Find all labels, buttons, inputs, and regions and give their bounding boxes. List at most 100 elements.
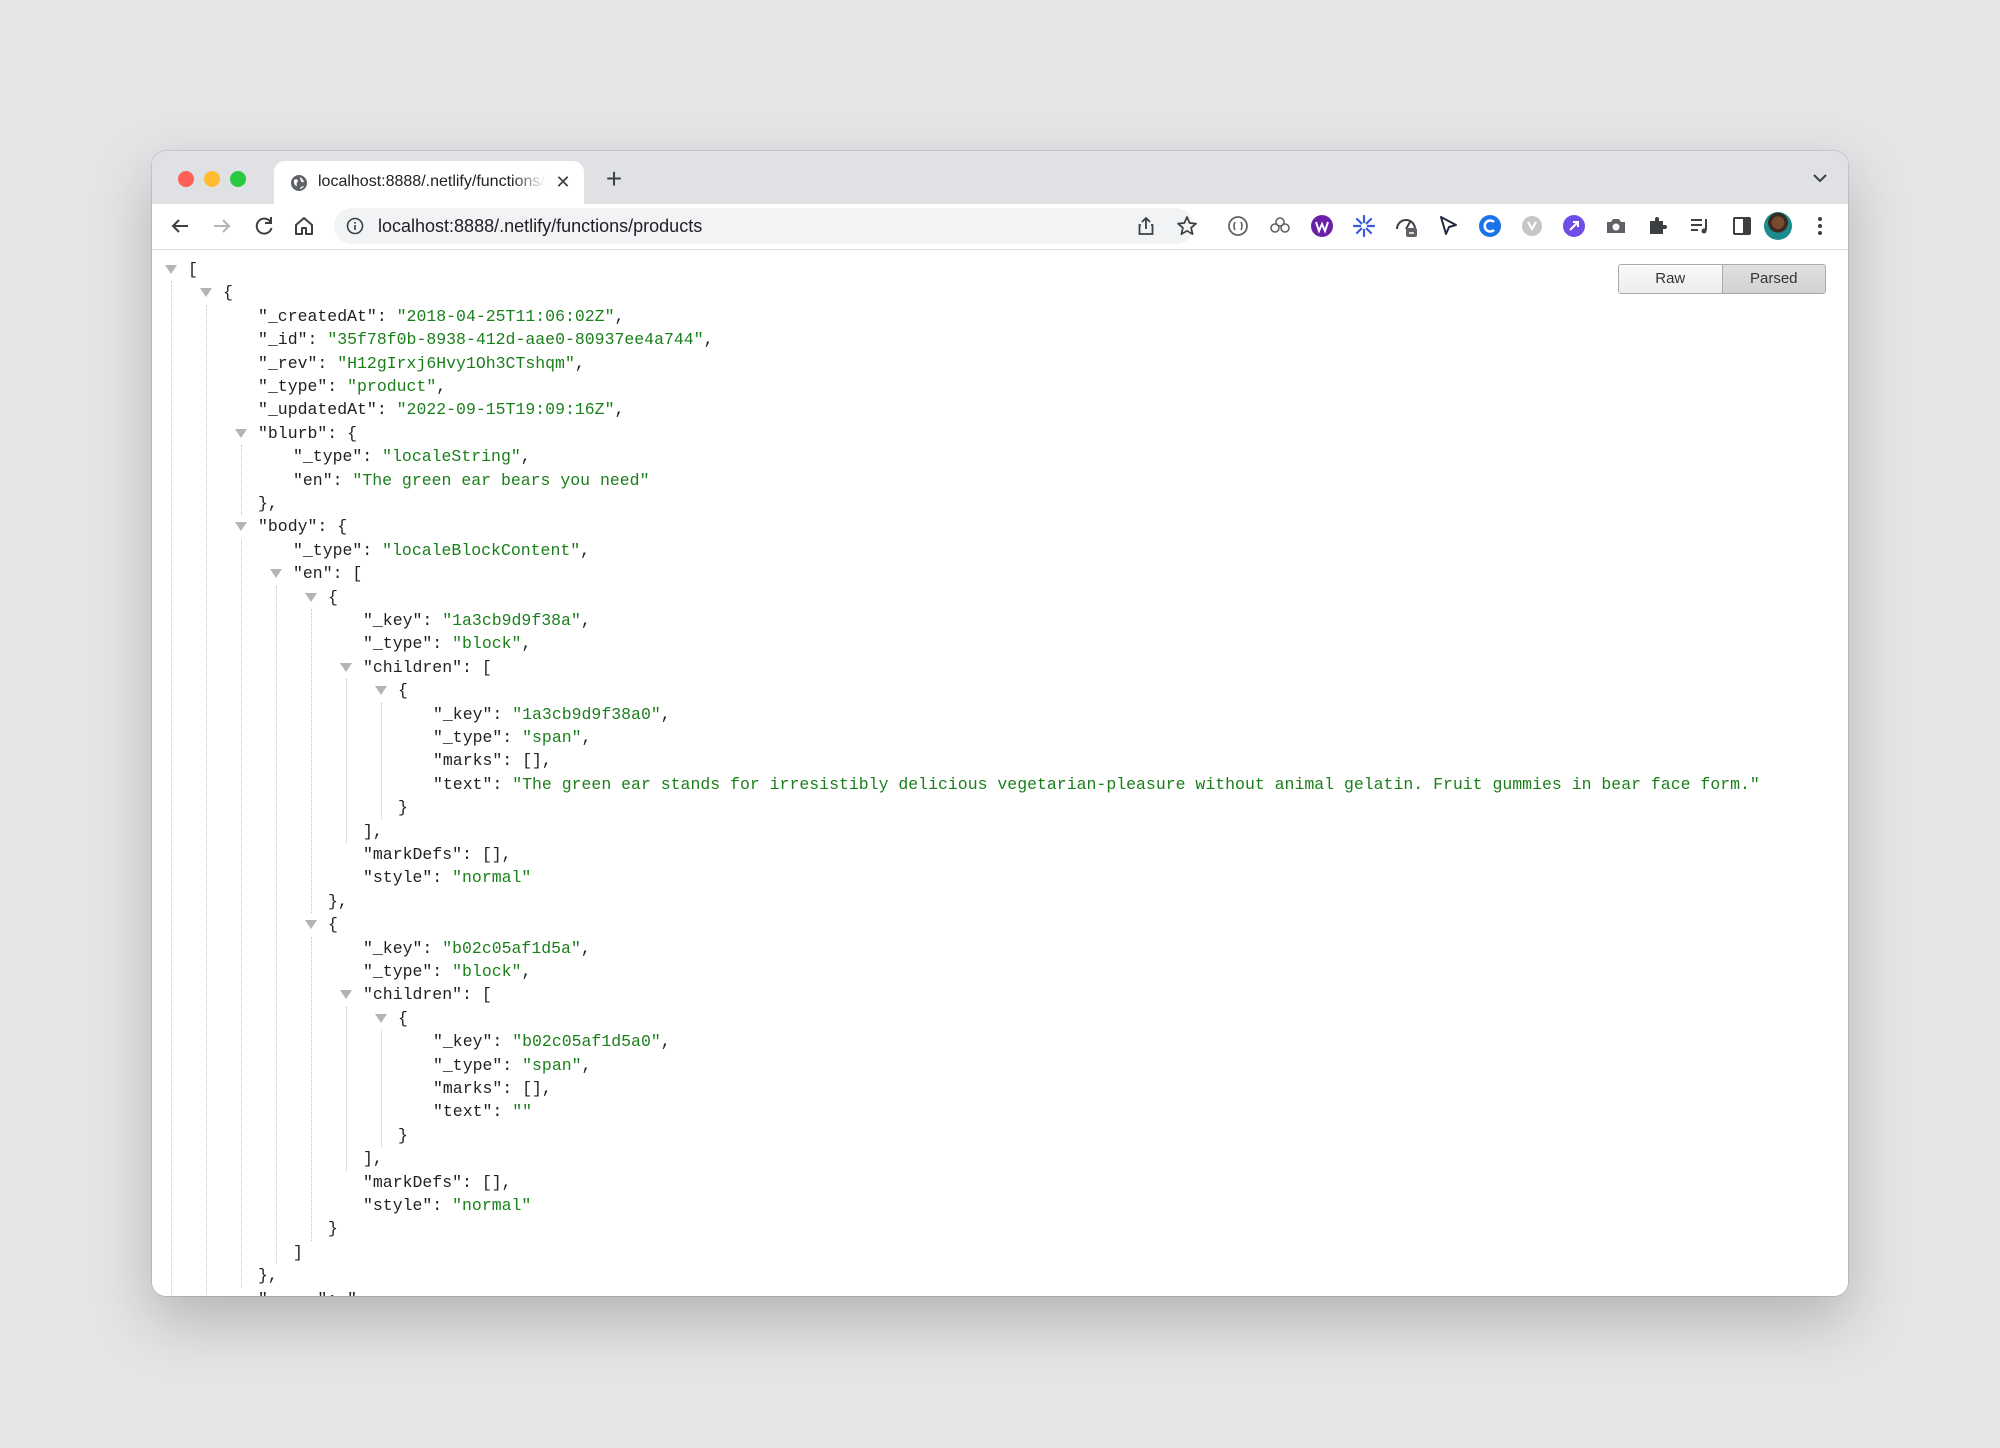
json-line: { [328,587,338,607]
collapse-toggle-icon[interactable] [165,265,177,274]
extension-icon[interactable] [1604,214,1628,238]
indent-guide [381,702,382,820]
json-line: "markDefs": [], [363,845,512,864]
back-icon[interactable] [168,214,192,238]
json-line: "_key": "b02c05af1d5a0", [433,1032,671,1052]
json-line: "blurb": { [258,423,358,443]
extension-icon[interactable] [1562,214,1586,238]
collapse-toggle-icon[interactable] [375,1013,387,1023]
title-bar: localhost:8888/.netlify/functions/produc… [152,151,1848,204]
puzzle-icon[interactable] [1646,214,1670,238]
json-line: "text": "" [433,1102,533,1122]
indent-guide [311,936,312,1241]
json-line: { [398,681,408,701]
extension-icon[interactable] [1478,214,1502,238]
json-line: "_____": "___ [258,1288,387,1296]
extension-icon[interactable] [1352,214,1376,238]
extension-icon[interactable] [1520,214,1544,238]
json-line: } [398,798,408,818]
collapse-toggle-icon[interactable] [200,288,212,298]
indent-guide [241,445,242,516]
extension-icon[interactable] [1310,214,1334,238]
forward-icon[interactable] [210,214,234,238]
extension-icon[interactable] [1268,214,1292,238]
json-line: [ [188,260,198,279]
json-line: "_type": "localeBlockContent", [293,540,591,560]
json-line: { [398,1008,408,1028]
extension-icon[interactable] [1226,214,1250,238]
json-line: "children": [ [363,657,492,677]
collapse-toggle-icon[interactable] [270,569,282,579]
json-line: "_type": "block", [363,962,532,981]
json-line: ] [293,1242,303,1262]
collapse-toggle-icon[interactable] [305,592,317,602]
raw-parsed-toggle: Raw Parsed [1618,264,1826,294]
home-icon[interactable] [292,214,316,238]
json-line: "style": "normal" [363,1196,532,1215]
json-line: } [328,1219,338,1239]
raw-button[interactable]: Raw [1619,265,1722,293]
collapse-toggle-icon[interactable] [340,662,352,672]
json-line: } [398,1125,408,1145]
bookmark-star-icon[interactable] [1176,215,1198,237]
window-maximize-button[interactable] [230,171,246,187]
window-minimize-button[interactable] [204,171,220,187]
tab-close-icon[interactable]: ✕ [554,173,572,191]
kebab-menu-icon[interactable] [1808,214,1832,238]
json-line: }, [328,891,348,911]
json-line: "markDefs": [], [363,1172,512,1192]
json-line: { [328,915,338,935]
json-line: "_updatedAt": "2022-09-15T19:09:16Z", [258,400,625,420]
json-line: "body": { [258,517,348,537]
json-line: "en": [ [293,564,363,584]
media-icon[interactable] [1688,214,1712,238]
json-line: "_type": "span", [433,728,592,747]
json-line: "children": [ [363,985,492,1005]
collapse-toggle-icon[interactable] [235,522,247,532]
browser-toolbar: localhost:8888/.netlify/functions/produc… [152,204,1848,250]
json-line: "_key": "1a3cb9d9f38a", [363,611,591,630]
tab-active[interactable]: localhost:8888/.netlify/functions/produc… [274,161,584,204]
collapse-toggle-icon[interactable] [375,686,387,696]
address-bar[interactable]: localhost:8888/.netlify/functions/produc… [334,208,1197,244]
json-line: "_type": "block", [363,634,532,654]
share-icon[interactable] [1136,216,1156,236]
json-line: "_type": "span", [433,1055,592,1075]
json-line: "marks": [], [433,1079,552,1098]
json-line: "_id": "35f78f0b-8938-412d-aae0-80937ee4… [258,330,714,350]
extension-icon[interactable] [1436,214,1460,238]
extension-icon[interactable] [1394,214,1418,238]
indent-guide [276,585,277,1265]
json-line: "_type": "product", [258,377,447,396]
new-tab-button[interactable]: + [600,165,628,193]
avatar[interactable] [1764,212,1792,240]
json-line: "_key": "b02c05af1d5a", [363,938,591,958]
json-line: "_rev": "H12gIrxj6Hvy1Oh3CTshqm", [258,353,585,373]
tab-search-chevron-icon[interactable] [1810,168,1830,188]
json-line: ], [363,821,383,841]
json-line: "en": "The green ear bears you need" [293,470,650,490]
globe-icon [291,175,307,191]
url-text[interactable]: localhost:8888/.netlify/functions/produc… [378,216,702,237]
indent-guide [346,1006,347,1171]
indent-guide [206,304,207,1296]
json-viewer: [{"_createdAt": "2018-04-25T11:06:02Z", "… [152,250,1848,1296]
reload-icon[interactable] [252,214,276,238]
json-line: { [223,283,233,303]
site-info-icon[interactable] [346,217,364,235]
collapse-toggle-icon[interactable] [340,990,352,1000]
collapse-toggle-icon[interactable] [235,428,247,438]
indent-guide [381,1030,382,1148]
window-close-button[interactable] [178,171,194,187]
json-line: "text": "The green ear stands for irresi… [433,774,1760,794]
indent-guide [311,609,312,914]
json-line: "style": "normal" [363,868,532,888]
json-line: "marks": [], [433,751,552,771]
sidebar-icon[interactable] [1730,214,1754,238]
json-line: }, [258,1266,278,1286]
collapse-toggle-icon[interactable] [305,920,317,930]
indent-guide [171,281,172,1296]
parsed-button[interactable]: Parsed [1721,265,1825,293]
json-line: "_type": "localeString", [293,447,531,467]
indent-guide [346,679,347,843]
